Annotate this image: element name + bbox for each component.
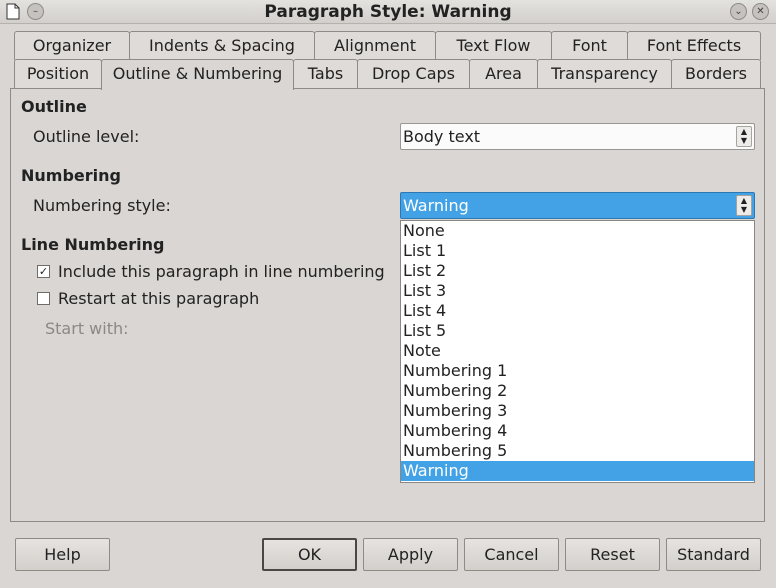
restart-paragraph-checkbox[interactable]: [37, 292, 50, 305]
start-with-label: Start with:: [45, 319, 129, 338]
close-icon[interactable]: ✕: [752, 3, 769, 20]
numbering-style-value: Warning: [403, 196, 469, 215]
standard-button[interactable]: Standard: [666, 538, 761, 571]
option-list-5[interactable]: List 5: [401, 321, 754, 341]
option-numbering-4[interactable]: Numbering 4: [401, 421, 754, 441]
tab-row-2: Position Outline & Numbering Tabs Drop C…: [14, 59, 761, 90]
option-numbering-1[interactable]: Numbering 1: [401, 361, 754, 381]
tab-font-effects[interactable]: Font Effects: [627, 31, 761, 60]
numbering-style-label: Numbering style:: [33, 196, 171, 215]
tab-indents-spacing[interactable]: Indents & Spacing: [129, 31, 315, 60]
line-numbering-heading: Line Numbering: [21, 235, 165, 254]
outline-level-label: Outline level:: [33, 127, 140, 146]
option-numbering-3[interactable]: Numbering 3: [401, 401, 754, 421]
option-list-2[interactable]: List 2: [401, 261, 754, 281]
tab-outline-numbering[interactable]: Outline & Numbering: [101, 59, 294, 90]
tab-position[interactable]: Position: [14, 59, 102, 88]
restart-paragraph-label[interactable]: Restart at this paragraph: [58, 289, 259, 308]
outline-level-select[interactable]: Body text ▲ ▼: [400, 123, 755, 150]
option-numbering-5[interactable]: Numbering 5: [401, 441, 754, 461]
option-warning[interactable]: Warning: [401, 461, 754, 481]
reset-button[interactable]: Reset: [565, 538, 660, 571]
tab-drop-caps[interactable]: Drop Caps: [357, 59, 470, 88]
option-list-4[interactable]: List 4: [401, 301, 754, 321]
tab-tabs[interactable]: Tabs: [293, 59, 358, 88]
tab-text-flow[interactable]: Text Flow: [435, 31, 552, 60]
spin-arrows-icon: ▲ ▼: [736, 126, 752, 147]
apply-button[interactable]: Apply: [363, 538, 458, 571]
tab-borders[interactable]: Borders: [671, 59, 761, 88]
ok-button[interactable]: OK: [262, 538, 357, 571]
window-title: Paragraph Style: Warning: [264, 2, 512, 22]
tab-area[interactable]: Area: [469, 59, 538, 88]
cancel-button[interactable]: Cancel: [464, 538, 559, 571]
tab-organizer[interactable]: Organizer: [14, 31, 130, 60]
spin-arrows-icon: ▲ ▼: [736, 195, 752, 216]
numbering-heading: Numbering: [21, 166, 121, 185]
option-list-3[interactable]: List 3: [401, 281, 754, 301]
outline-heading: Outline: [21, 97, 87, 116]
numbering-style-select[interactable]: Warning ▲ ▼: [400, 192, 755, 219]
tab-font[interactable]: Font: [551, 31, 628, 60]
help-button[interactable]: Help: [15, 538, 110, 571]
tab-alignment[interactable]: Alignment: [314, 31, 436, 60]
numbering-style-dropdown: None List 1 List 2 List 3 List 4 List 5 …: [400, 220, 755, 483]
option-note[interactable]: Note: [401, 341, 754, 361]
include-line-numbering-checkbox[interactable]: ✓: [37, 265, 50, 278]
include-line-numbering-label[interactable]: Include this paragraph in line numbering: [58, 262, 385, 281]
outline-level-value: Body text: [403, 127, 481, 146]
title-bar: – Paragraph Style: Warning ⌄ ✕: [0, 0, 776, 24]
minimize-icon[interactable]: ⌄: [730, 3, 747, 20]
option-none[interactable]: None: [401, 221, 754, 241]
option-numbering-2[interactable]: Numbering 2: [401, 381, 754, 401]
tab-transparency[interactable]: Transparency: [537, 59, 672, 88]
option-list-1[interactable]: List 1: [401, 241, 754, 261]
tab-row-1: Organizer Indents & Spacing Alignment Te…: [14, 31, 761, 60]
